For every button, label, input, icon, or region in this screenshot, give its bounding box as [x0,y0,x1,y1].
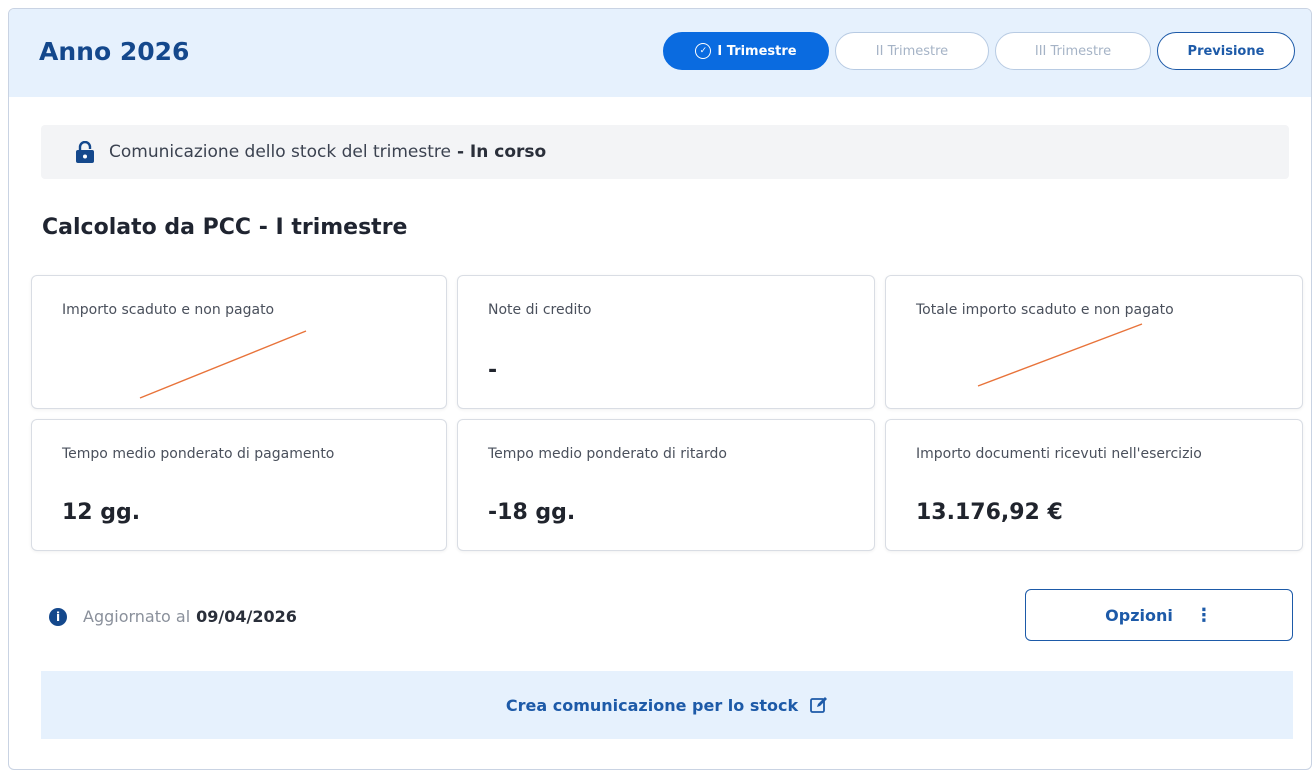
options-button[interactable]: Opzioni ⋮ [1025,589,1293,641]
metric-card-importo-documenti: Importo documenti ricevuti nell'esercizi… [885,419,1303,551]
updated-label: Aggiornato al [83,607,191,626]
metric-label: Importo documenti ricevuti nell'esercizi… [916,446,1202,462]
page-title: Anno 2026 [39,37,190,66]
metric-card-tempo-ritardo: Tempo medio ponderato di ritardo -18 gg. [457,419,875,551]
tab-label: I Trimestre [717,43,797,59]
options-label: Opzioni [1105,605,1173,625]
create-communication-button[interactable]: Crea comunicazione per lo stock [41,671,1293,739]
strike-mark [977,323,1143,387]
quarter-card: Anno 2026 ✓ I Trimestre II Trimestre III… [8,8,1312,770]
metric-card-importo-scaduto: Importo scaduto e non pagato [31,275,447,409]
metric-label: Tempo medio ponderato di ritardo [488,446,727,462]
tab-label: Previsione [1187,43,1265,59]
section-title: Calcolato da PCC - I trimestre [42,215,408,240]
metric-label: Tempo medio ponderato di pagamento [62,446,335,462]
edit-icon [810,696,828,714]
metric-card-note-credito: Note di credito - [457,275,875,409]
lock-icon [75,140,95,163]
create-label: Crea comunicazione per lo stock [505,695,799,715]
metric-card-tempo-pagamento: Tempo medio ponderato di pagamento 12 gg… [31,419,447,551]
quarter-tabs: ✓ I Trimestre II Trimestre III Trimestre… [663,32,1295,70]
tab-previsione[interactable]: Previsione [1157,32,1295,70]
tab-label: II Trimestre [875,43,949,59]
tab-label: III Trimestre [1034,43,1112,59]
updated-date: 09/04/2026 [196,607,297,626]
strike-mark [139,330,307,399]
status-banner: Comunicazione dello stock del trimestre … [41,125,1289,179]
tab-ii-trimestre[interactable]: II Trimestre [835,32,989,70]
tab-iii-trimestre[interactable]: III Trimestre [995,32,1151,70]
status-text: Comunicazione dello stock del trimestre [109,142,451,162]
metric-label: Note di credito [488,302,592,318]
more-vertical-icon: ⋮ [1194,604,1213,626]
metric-value: 13.176,92 € [916,500,1063,525]
metric-value: - [488,358,498,383]
check-circle-icon: ✓ [695,43,712,59]
metric-card-totale-scaduto: Totale importo scaduto e non pagato [885,275,1303,409]
info-icon: i [49,607,67,626]
metric-value: -18 gg. [488,500,576,525]
status-state: - In corso [456,142,547,162]
card-header: Anno 2026 ✓ I Trimestre II Trimestre III… [9,9,1311,97]
metric-value: 12 gg. [62,500,141,525]
tab-i-trimestre[interactable]: ✓ I Trimestre [663,32,829,70]
updated-info: i Aggiornato al 09/04/2026 [49,607,297,626]
